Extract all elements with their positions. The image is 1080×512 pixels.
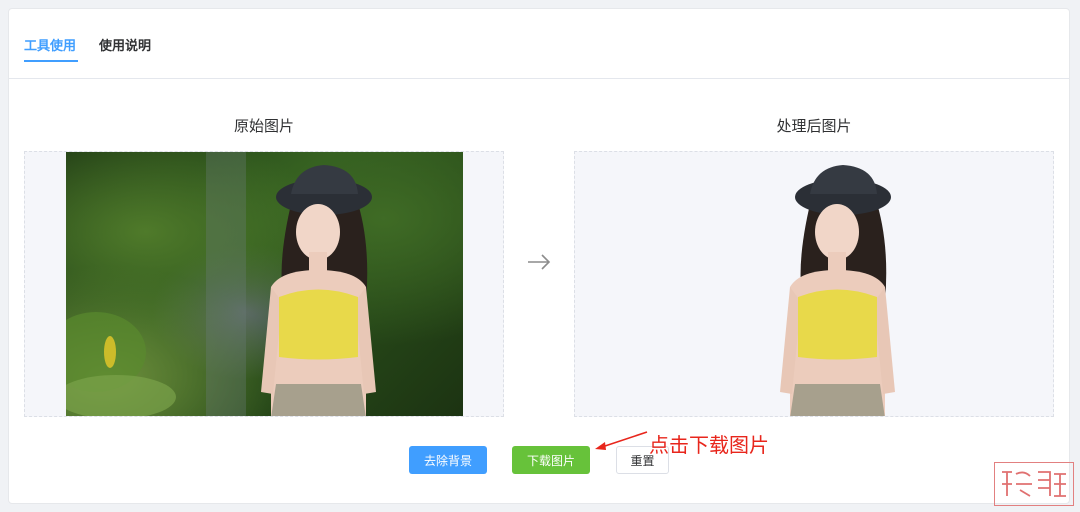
- remove-background-button[interactable]: 去除背景: [409, 446, 487, 474]
- arrow-right-icon: [528, 254, 551, 270]
- original-image-box: [24, 151, 504, 417]
- processed-person-figure: [780, 165, 895, 416]
- tool-card: 工具使用 使用说明 原始图片 处理后图片 去除背景 下载图片 重置 点击下载图片: [8, 8, 1070, 504]
- watermark-stamp: [994, 462, 1074, 506]
- processed-image-title: 处理后图片: [776, 117, 852, 135]
- active-tab-indicator: [24, 60, 78, 62]
- tab-tool-usage[interactable]: 工具使用: [24, 35, 76, 54]
- processed-image-box: [574, 151, 1054, 417]
- tab-instructions[interactable]: 使用说明: [99, 35, 151, 54]
- tab-bar: 工具使用 使用说明: [9, 9, 1069, 79]
- person-figure: [66, 152, 376, 416]
- download-annotation: 点击下载图片: [649, 433, 769, 457]
- download-image-button[interactable]: 下载图片: [512, 446, 590, 474]
- original-photo: [66, 152, 463, 416]
- annotation-arrow-icon: [595, 431, 648, 450]
- original-image-title: 原始图片: [233, 117, 294, 135]
